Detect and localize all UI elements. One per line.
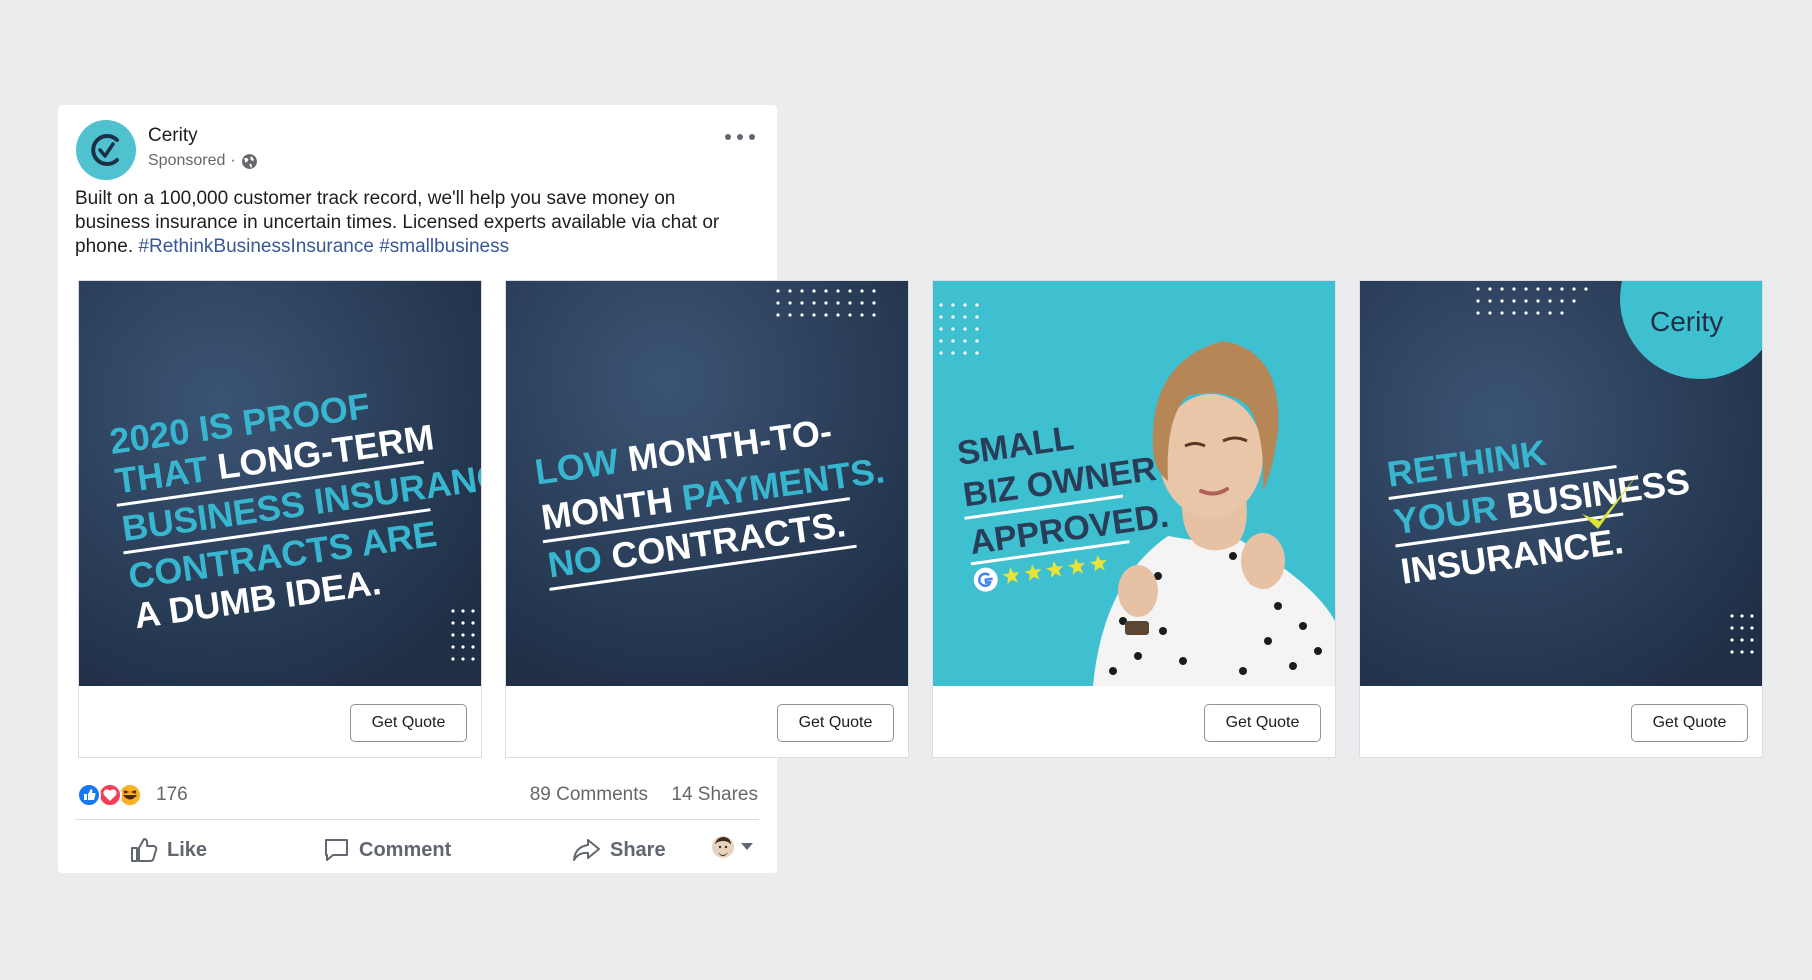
caret-down-icon (741, 843, 753, 850)
profile-avatar-icon (712, 836, 734, 858)
hashtag-rethink[interactable]: #RethinkBusinessInsurance (138, 236, 374, 257)
separator-dot: · (230, 152, 236, 169)
globe-icon (241, 153, 257, 169)
carousel-card[interactable]: LOW MONTH-TO- MONTH PAYMENTS. NO CONTRAC… (505, 280, 909, 758)
post-message: Built on a 100,000 customer track record… (75, 187, 755, 259)
get-quote-button[interactable]: Get Quote (1631, 704, 1748, 742)
cerity-logo-icon (91, 134, 119, 166)
get-quote-button[interactable]: Get Quote (777, 704, 894, 742)
shares-count[interactable]: 14 Shares (671, 784, 758, 806)
carousel-card[interactable]: 2020 IS PROOF THAT LONG-TERM BUSINESS IN… (78, 280, 482, 758)
hashtag-smallbusiness[interactable]: #smallbusiness (379, 236, 509, 257)
like-button[interactable]: Like (130, 833, 207, 867)
like-label: Like (167, 838, 208, 861)
comment-icon (325, 839, 348, 861)
reaction-count[interactable]: 176 (156, 784, 188, 806)
share-label: Share (610, 838, 666, 861)
get-quote-button[interactable]: Get Quote (1204, 704, 1321, 742)
comment-label: Comment (359, 838, 452, 861)
thumbs-up-icon (131, 838, 158, 862)
love-reaction-icon (98, 783, 122, 807)
page-name[interactable]: Cerity (148, 125, 198, 147)
carousel-card[interactable]: SMALL BIZ OWNER APPROVED. Get Quote (932, 280, 1336, 758)
cerity-logo-text: Cerity (1650, 306, 1723, 337)
share-button[interactable]: Share (571, 833, 666, 867)
ad-creative-image[interactable]: 2020 IS PROOF THAT LONG-TERM BUSINESS IN… (79, 281, 481, 686)
more-options-icon[interactable] (725, 127, 755, 147)
get-quote-button[interactable]: Get Quote (350, 704, 467, 742)
carousel-card[interactable]: Cerity RETHINK YOUR BUSINESS INSURANCE. (1359, 280, 1763, 758)
comments-count[interactable]: 89 Comments (530, 784, 648, 806)
ad-creative-image[interactable]: Cerity RETHINK YOUR BUSINESS INSURANCE. (1360, 281, 1762, 686)
ad-creative-image[interactable]: SMALL BIZ OWNER APPROVED. (933, 281, 1335, 686)
haha-reaction-icon (118, 783, 142, 807)
profile-selector[interactable] (711, 835, 753, 859)
comment-button[interactable]: Comment (323, 833, 451, 867)
reaction-icons[interactable] (76, 782, 150, 808)
reactions-bar: 176 89 Comments 14 Shares (76, 780, 758, 810)
page-avatar[interactable] (76, 120, 136, 180)
action-divider (75, 819, 759, 820)
ad-creative-image[interactable]: LOW MONTH-TO- MONTH PAYMENTS. NO CONTRAC… (506, 281, 908, 686)
sponsored-info: Sponsored · (148, 152, 258, 170)
share-icon (573, 839, 600, 861)
sponsored-label[interactable]: Sponsored (148, 152, 225, 170)
like-reaction-icon (77, 783, 101, 807)
